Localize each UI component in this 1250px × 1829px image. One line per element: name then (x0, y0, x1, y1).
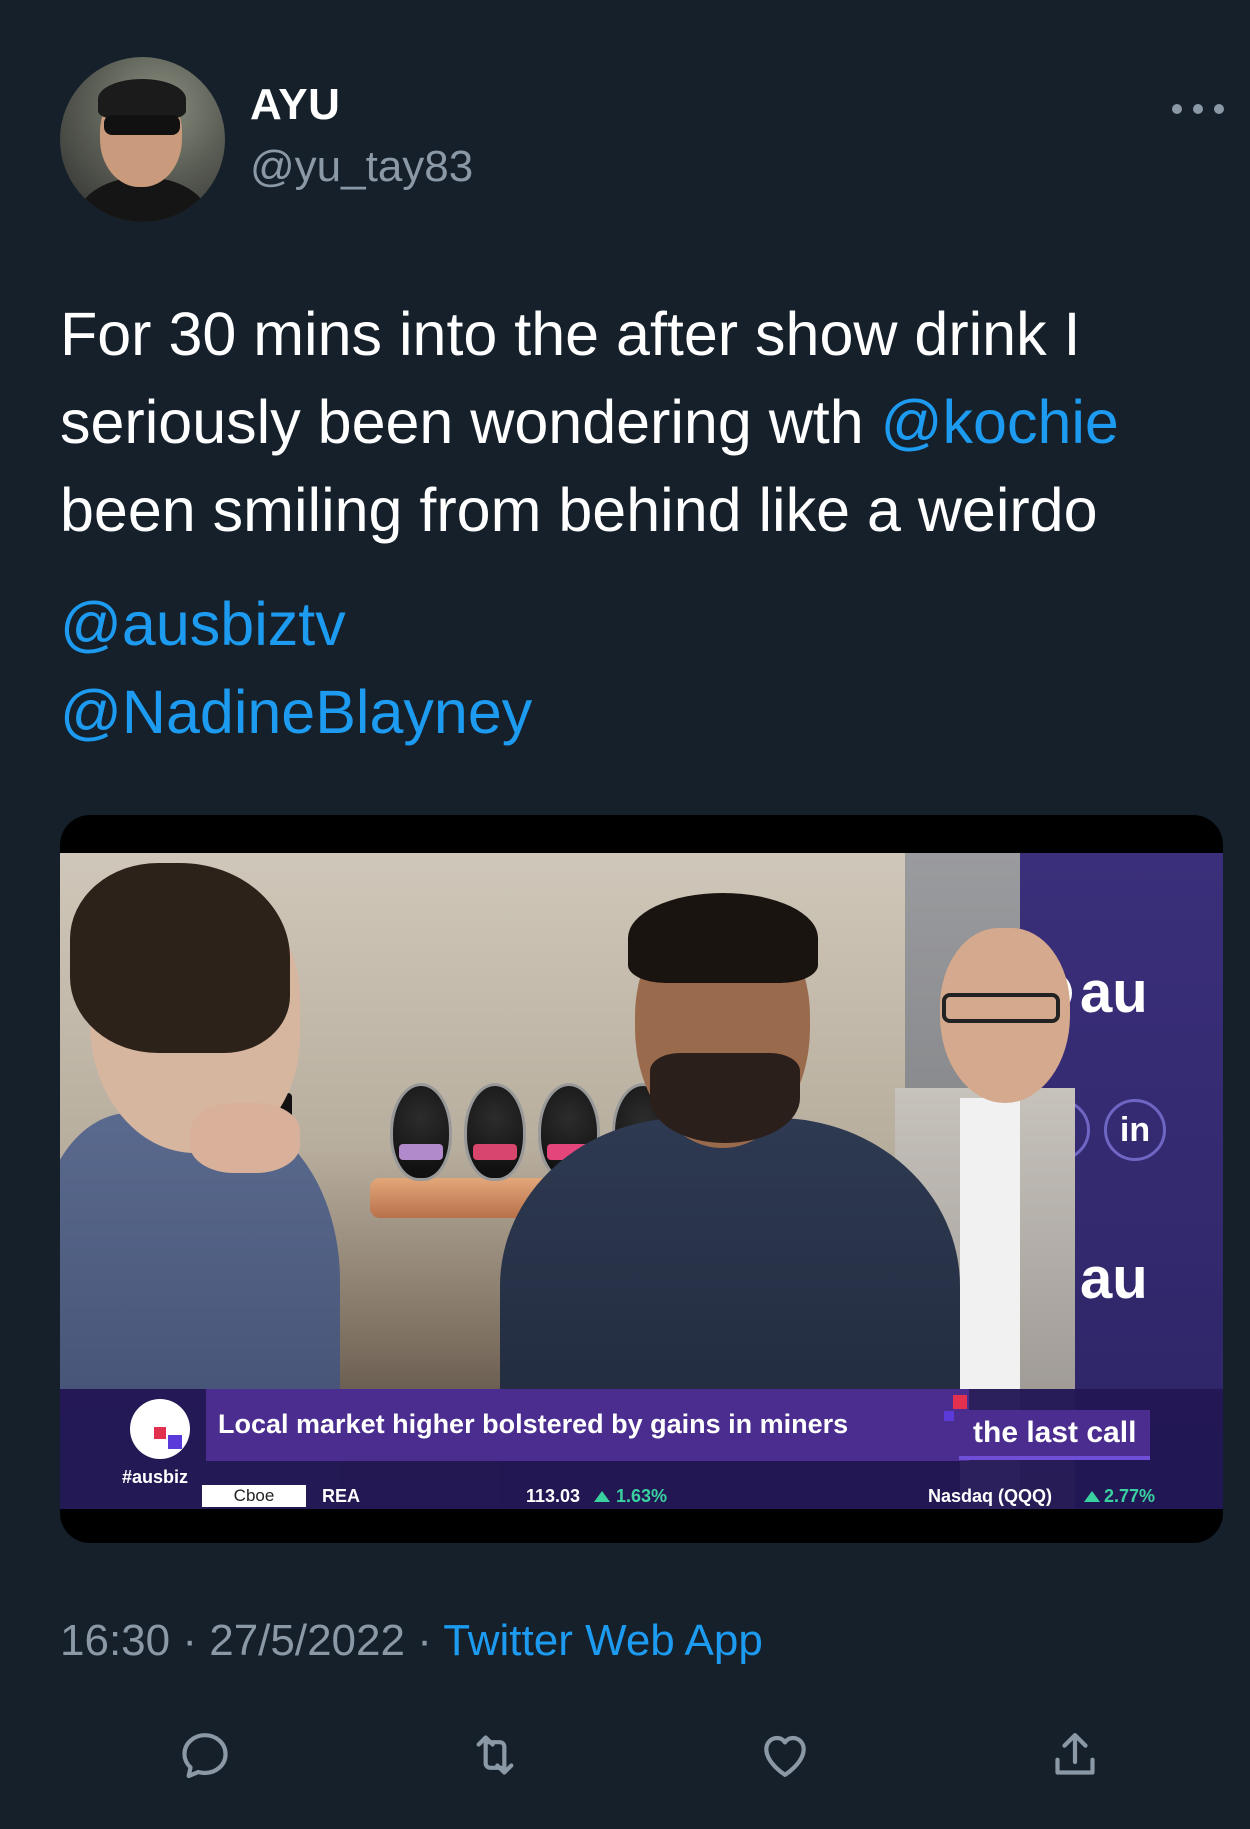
tweet-date[interactable]: 27/5/2022 (209, 1616, 405, 1665)
share-icon (1055, 1733, 1095, 1775)
avatar[interactable] (60, 57, 225, 222)
mention-ausbiztv[interactable]: @ausbiztv (60, 580, 532, 668)
video-still: au t in au (60, 853, 1223, 1509)
author-handle[interactable]: @yu_tay83 (250, 142, 473, 192)
retweet-icon (476, 1735, 514, 1775)
tweet-text: For 30 mins into the after show drink I … (60, 290, 1210, 554)
ticker-symbol: REA (322, 1486, 361, 1506)
tweet-time[interactable]: 16:30 (60, 1616, 170, 1665)
tweet-text-line-3: been smiling from behind like a weirdo (60, 476, 1098, 544)
tweet-detail: AYU @yu_tay83 For 30 mins into the after… (0, 0, 1250, 1829)
reply-icon (182, 1733, 228, 1779)
segment-title: the last call (959, 1410, 1151, 1460)
stock-ticker: Cboe REA 113.03 1.63% Nasdaq (QQQ) 2.77% (60, 1481, 1223, 1509)
tweet-meta: 16:30 · 27/5/2022 · Twitter Web App (60, 1616, 763, 1665)
ticker-price: 113.03 (526, 1486, 581, 1506)
ticker-change: 1.63% (616, 1486, 668, 1506)
more-icon[interactable] (1172, 94, 1224, 124)
like-icon (764, 1735, 806, 1777)
tweet-text-line-2: seriously been wondering wth @kochie (60, 388, 1119, 456)
like-button[interactable] (750, 1720, 820, 1790)
index-name: Nasdaq (QQQ) (928, 1486, 1053, 1506)
tweet-media-image[interactable]: au t in au (60, 815, 1223, 1543)
linkedin-icon: in (1104, 1099, 1166, 1161)
mention-nadineblayney[interactable]: @NadineBlayney (60, 668, 532, 756)
tweet-text-line-1: For 30 mins into the after show drink I (60, 300, 1081, 368)
index-change: 2.77% (1104, 1486, 1156, 1506)
tweet-source[interactable]: Twitter Web App (443, 1616, 763, 1665)
tweet-actions (0, 1720, 1250, 1790)
broadcast-lower-third: #ausbiz Local market higher bolstered by… (60, 1389, 1223, 1509)
reply-button[interactable] (170, 1720, 240, 1790)
news-headline: Local market higher bolstered by gains i… (218, 1409, 849, 1439)
share-button[interactable] (1040, 1720, 1110, 1790)
author-display-name[interactable]: AYU (250, 80, 340, 130)
ausbiz-logo (130, 1399, 190, 1459)
mention-kochie[interactable]: @kochie (881, 388, 1119, 456)
retweet-button[interactable] (460, 1720, 530, 1790)
up-arrow-icon (1084, 1491, 1100, 1502)
mention-list: @ausbiztv @NadineBlayney (60, 580, 532, 756)
up-arrow-icon (594, 1491, 610, 1502)
exchange-label: Cboe (202, 1485, 306, 1507)
